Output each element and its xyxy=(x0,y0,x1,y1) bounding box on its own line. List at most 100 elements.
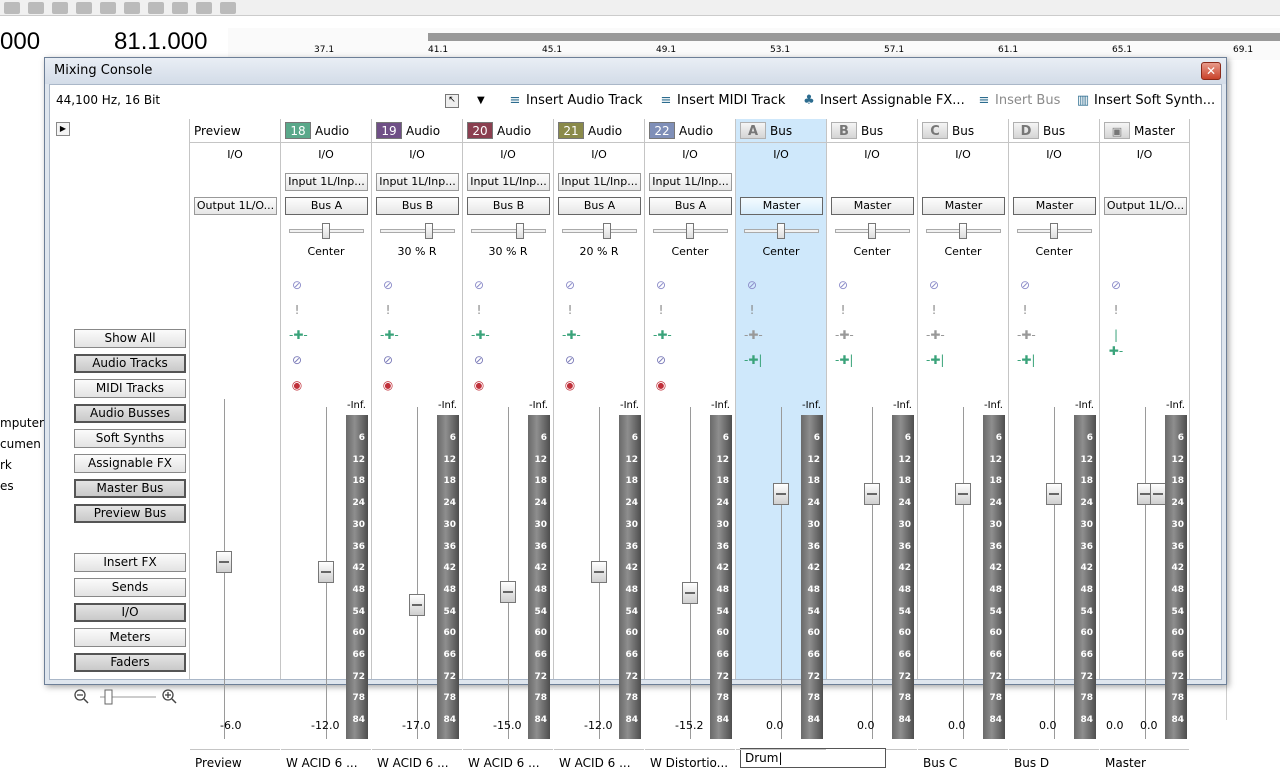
pan-slider-track[interactable] xyxy=(562,229,637,233)
phase-icon[interactable]: ⊘ xyxy=(653,352,669,368)
fader-track[interactable] xyxy=(508,407,509,739)
fader-track[interactable] xyxy=(872,407,873,739)
track-name[interactable]: Master xyxy=(1100,749,1189,775)
solo-icon[interactable]: ! xyxy=(1017,302,1033,318)
mute-icon[interactable]: ⊘ xyxy=(289,277,305,293)
view-toggle-soft-synths[interactable]: Soft Synths xyxy=(74,429,186,448)
track-number-badge[interactable]: D xyxy=(1013,122,1039,139)
track-name[interactable]: Preview xyxy=(190,749,280,775)
output-selector[interactable]: Master xyxy=(922,197,1005,215)
volume-fader[interactable] xyxy=(500,580,516,603)
mute-icon[interactable]: ⊘ xyxy=(926,277,942,293)
section-toggle-i-o[interactable]: I/O xyxy=(74,603,186,622)
input-selector[interactable]: Input 1L/Inp... xyxy=(376,173,459,191)
fader-track[interactable] xyxy=(690,407,691,739)
volume-fader[interactable] xyxy=(1046,483,1062,505)
record-arm-icon[interactable]: ◉ xyxy=(471,377,487,393)
input-selector[interactable]: Input 1L/Inp... xyxy=(558,173,641,191)
mute-icon[interactable]: ⊘ xyxy=(744,277,760,293)
automation-icon[interactable]: -✚| xyxy=(926,352,944,368)
fx-icon[interactable]: -✚- xyxy=(562,327,581,343)
mute-icon[interactable]: ⊘ xyxy=(1108,277,1124,293)
output-selector[interactable]: Bus B xyxy=(376,197,459,215)
record-arm-icon[interactable]: ◉ xyxy=(562,377,578,393)
solo-icon[interactable]: ! xyxy=(471,302,487,318)
toolbar-icon[interactable] xyxy=(100,2,116,14)
phase-icon[interactable]: ⊘ xyxy=(562,352,578,368)
strip-header[interactable]: Preview xyxy=(190,119,280,143)
pan-slider-knob[interactable] xyxy=(603,223,611,239)
volume-fader[interactable] xyxy=(409,593,425,616)
output-selector[interactable]: Master xyxy=(1013,197,1096,215)
strip-header[interactable]: B Bus xyxy=(827,119,917,143)
pan-slider-track[interactable] xyxy=(380,229,455,233)
output-selector[interactable]: Bus A xyxy=(649,197,732,215)
section-toggle-faders[interactable]: Faders xyxy=(74,653,186,672)
phase-icon[interactable]: ⊘ xyxy=(471,352,487,368)
strip-header[interactable]: C Bus xyxy=(918,119,1008,143)
mute-icon[interactable]: ⊘ xyxy=(653,277,669,293)
fader-track[interactable] xyxy=(963,407,964,739)
track-number-badge[interactable]: 18 xyxy=(285,122,311,139)
toolbar-icon[interactable] xyxy=(4,2,20,14)
pan-slider-knob[interactable] xyxy=(425,223,433,239)
output-selector[interactable]: Bus A xyxy=(285,197,368,215)
mute-icon[interactable]: ⊘ xyxy=(380,277,396,293)
toolbar-icon[interactable] xyxy=(28,2,44,14)
toolbar-audio-track-button[interactable]: ≡ Insert Audio Track xyxy=(506,93,643,108)
pan-slider-knob[interactable] xyxy=(959,223,967,239)
strip-header[interactable]: 19 Audio xyxy=(372,119,462,143)
track-number-badge[interactable]: 21 xyxy=(558,122,584,139)
fx-icon[interactable]: |✚- xyxy=(1108,327,1124,358)
pan-slider-knob[interactable] xyxy=(686,223,694,239)
fader-track[interactable] xyxy=(1145,407,1146,739)
volume-fader[interactable] xyxy=(955,483,971,505)
automation-icon[interactable]: -✚| xyxy=(1017,352,1035,368)
volume-fader[interactable] xyxy=(682,581,698,604)
toolbar-icon[interactable] xyxy=(172,2,188,14)
track-number-badge[interactable]: B xyxy=(831,122,857,139)
solo-icon[interactable]: ! xyxy=(835,302,851,318)
track-number-badge[interactable]: 19 xyxy=(376,122,402,139)
fx-icon[interactable]: -✚- xyxy=(471,327,490,343)
volume-fader[interactable] xyxy=(591,561,607,583)
output-selector[interactable]: Master xyxy=(740,197,823,215)
section-toggle-meters[interactable]: Meters xyxy=(74,628,186,647)
strip-header[interactable]: 18 Audio xyxy=(281,119,371,143)
fx-icon[interactable]: -✚- xyxy=(926,327,945,343)
explorer-label[interactable]: mputer xyxy=(0,413,46,434)
record-arm-icon[interactable]: ◉ xyxy=(653,377,669,393)
strip-header[interactable]: D Bus xyxy=(1009,119,1099,143)
view-toggle-audio-tracks[interactable]: Audio Tracks xyxy=(74,354,186,373)
section-toggle-sends[interactable]: Sends xyxy=(74,578,186,597)
fader-track[interactable] xyxy=(781,407,782,739)
track-name[interactable]: W ACID 6 ... xyxy=(281,749,371,775)
toolbar-icon[interactable] xyxy=(196,2,212,14)
fader-track[interactable] xyxy=(417,407,418,739)
pan-slider-knob[interactable] xyxy=(1050,223,1058,239)
track-number-badge[interactable]: 22 xyxy=(649,122,675,139)
track-name[interactable]: Bus D xyxy=(1009,749,1099,775)
input-selector[interactable]: Input 1L/Inp... xyxy=(285,173,368,191)
chevron-down-icon[interactable]: ▼ xyxy=(477,95,485,106)
track-name[interactable]: W Distortio... xyxy=(645,749,735,775)
strip-header[interactable]: ▣ Master xyxy=(1100,119,1189,143)
fader-track[interactable] xyxy=(1054,407,1055,739)
track-name[interactable]: W ACID 6 ... xyxy=(554,749,644,775)
mute-icon[interactable]: ⊘ xyxy=(1017,277,1033,293)
view-toggle-audio-busses[interactable]: Audio Busses xyxy=(74,404,186,423)
fx-icon[interactable]: -✚- xyxy=(835,327,854,343)
pan-slider-knob[interactable] xyxy=(322,223,330,239)
solo-icon[interactable]: ! xyxy=(1108,302,1124,318)
track-number-badge[interactable]: 20 xyxy=(467,122,493,139)
output-selector[interactable]: Bus A xyxy=(558,197,641,215)
explorer-label[interactable]: es xyxy=(0,476,46,497)
view-toggle-preview-bus[interactable]: Preview Bus xyxy=(74,504,186,523)
section-toggle-insert-fx[interactable]: Insert FX xyxy=(74,553,186,572)
toolbar-icon[interactable] xyxy=(52,2,68,14)
input-selector[interactable]: Input 1L/Inp... xyxy=(467,173,550,191)
zoom-control[interactable] xyxy=(74,687,186,707)
volume-fader[interactable] xyxy=(318,561,334,583)
expand-icon[interactable]: ▶ xyxy=(56,122,70,136)
view-toggle-midi-tracks[interactable]: MIDI Tracks xyxy=(74,379,186,398)
